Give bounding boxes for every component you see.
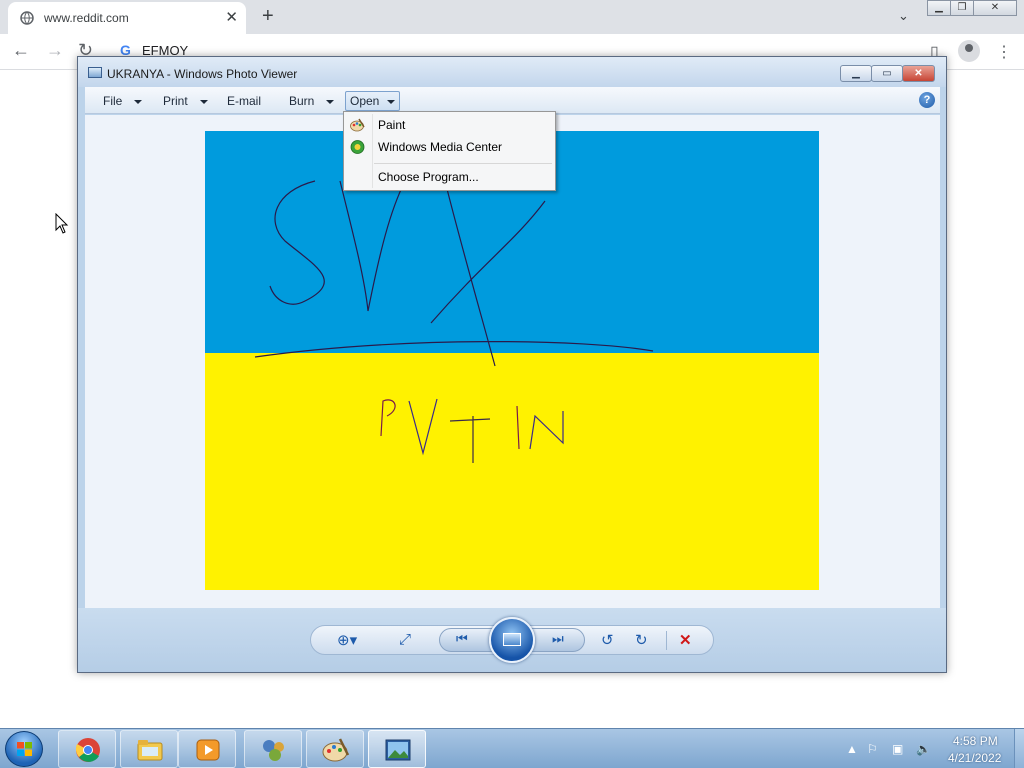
paint-icon (350, 118, 365, 132)
minimize-button[interactable]: ▁ (927, 0, 951, 16)
file-menu-label: File (103, 94, 123, 108)
menu-item-label: Windows Media Center (378, 140, 503, 154)
rotate-counterclockwise-icon[interactable]: ↺ (601, 631, 614, 649)
open-menu-label: Open (350, 94, 380, 108)
flag-yellow-band (205, 353, 819, 590)
next-icon[interactable]: ⏭ (552, 631, 564, 647)
chrome-icon (75, 738, 100, 762)
photo-viewer-icon (88, 67, 102, 78)
taskbar-paint[interactable] (306, 730, 364, 768)
new-tab-button[interactable]: + (262, 5, 274, 28)
taskbar-file-explorer[interactable] (120, 730, 178, 768)
restore-button[interactable]: ❐ (950, 0, 974, 16)
paint-icon (322, 738, 350, 762)
window-title: UKRANYA - Windows Photo Viewer (107, 67, 298, 81)
menu-dots-icon[interactable]: ⋮ (996, 42, 1012, 62)
slideshow-icon (503, 633, 521, 646)
email-button[interactable]: E-mail (223, 91, 265, 111)
file-explorer-icon (137, 740, 163, 761)
actual-size-icon[interactable]: ⤢ (399, 631, 411, 648)
pv-maximize-button[interactable]: ▭ (871, 65, 903, 82)
start-button[interactable] (5, 731, 43, 767)
email-label: E-mail (227, 94, 262, 108)
print-menu[interactable]: Print (159, 91, 212, 111)
burn-menu-label: Burn (289, 94, 315, 108)
slideshow-button[interactable] (489, 617, 535, 663)
help-icon[interactable]: ? (919, 92, 935, 108)
chevron-down-icon (199, 99, 208, 104)
control-panel-icon (263, 740, 284, 761)
mouse-cursor-icon (55, 213, 69, 234)
photo-viewer-titlebar[interactable]: UKRANYA - Windows Photo Viewer ▁ ▭ ✕ (78, 57, 946, 87)
show-hidden-icons-icon[interactable]: ▲ (846, 742, 858, 756)
network-icon[interactable]: ▣ (892, 742, 903, 756)
clock-date[interactable]: 4/21/2022 (948, 751, 1001, 765)
volume-icon[interactable]: 🔈 (916, 742, 931, 756)
toolbar-divider (666, 631, 667, 650)
menu-item-paint[interactable]: Paint (344, 114, 555, 136)
forward-arrow-icon[interactable]: → (46, 40, 64, 61)
zoom-icon[interactable]: ⊕▾ (337, 631, 357, 649)
chevron-down-icon (326, 99, 335, 104)
pv-close-button[interactable]: ✕ (902, 65, 935, 82)
action-center-flag-icon[interactable]: ⚐ (867, 742, 878, 756)
photo-viewer-controls: ⊕▾ ⤢ ⏮ ⏭ ↺ ↻ ✕ (78, 608, 946, 672)
back-arrow-icon[interactable]: ← (12, 40, 30, 61)
tab-title: www.reddit.com (44, 11, 129, 25)
photo-viewer-menubar: File Print E-mail Burn Open ? (85, 87, 940, 114)
media-center-icon (350, 140, 365, 154)
ukraine-flag-drawing (205, 131, 819, 590)
pv-minimize-button[interactable]: ▁ (840, 65, 872, 82)
tab-search-icon[interactable]: ⌄ (898, 8, 909, 24)
taskbar-chrome[interactable] (58, 730, 116, 768)
menu-separator (374, 163, 552, 164)
rotate-clockwise-icon[interactable]: ↻ (635, 631, 648, 649)
menu-item-choose-program[interactable]: Choose Program... (344, 166, 555, 188)
file-menu[interactable]: File (99, 91, 146, 111)
browser-tab[interactable]: www.reddit.com ✕ (8, 2, 246, 34)
browser-tab-strip: www.reddit.com ✕ + ⌄ ▁ ❐ ✕ (0, 0, 1024, 34)
taskbar-control-panel[interactable] (244, 730, 302, 768)
taskbar-photo-viewer[interactable] (368, 730, 426, 768)
print-menu-label: Print (163, 94, 188, 108)
profile-avatar[interactable] (958, 40, 980, 62)
chevron-down-icon (134, 99, 143, 104)
windows-logo-icon (17, 742, 32, 756)
taskbar-media-player[interactable] (178, 730, 236, 768)
menu-item-windows-media-center[interactable]: Windows Media Center (344, 136, 555, 158)
menu-item-label: Paint (378, 118, 406, 132)
show-desktop-button[interactable] (1014, 729, 1024, 768)
delete-icon[interactable]: ✕ (679, 631, 692, 649)
globe-icon (20, 11, 34, 25)
media-player-icon (196, 739, 220, 761)
chevron-down-icon (387, 99, 396, 104)
previous-icon[interactable]: ⏮ (456, 631, 468, 647)
clock-time[interactable]: 4:58 PM (953, 734, 998, 748)
close-button[interactable]: ✕ (973, 0, 1017, 16)
menu-item-label: Choose Program... (378, 170, 479, 184)
windows-taskbar: ▲ ⚐ ▣ 🔈 4:58 PM 4/21/2022 (0, 728, 1024, 768)
tab-close-icon[interactable]: ✕ (225, 8, 238, 26)
playback-control-bar: ⊕▾ ⤢ ⏮ ⏭ ↺ ↻ ✕ (310, 617, 714, 663)
photo-viewer-window-controls: ▁ ▭ ✕ (840, 65, 935, 83)
open-with-dropdown: Paint Windows Media Center Choose Progra… (343, 111, 556, 191)
browser-window-controls: ▁ ❐ ✕ (927, 0, 1020, 17)
burn-menu[interactable]: Burn (285, 91, 338, 111)
open-menu[interactable]: Open (345, 91, 401, 111)
photo-viewer-icon (385, 739, 411, 761)
